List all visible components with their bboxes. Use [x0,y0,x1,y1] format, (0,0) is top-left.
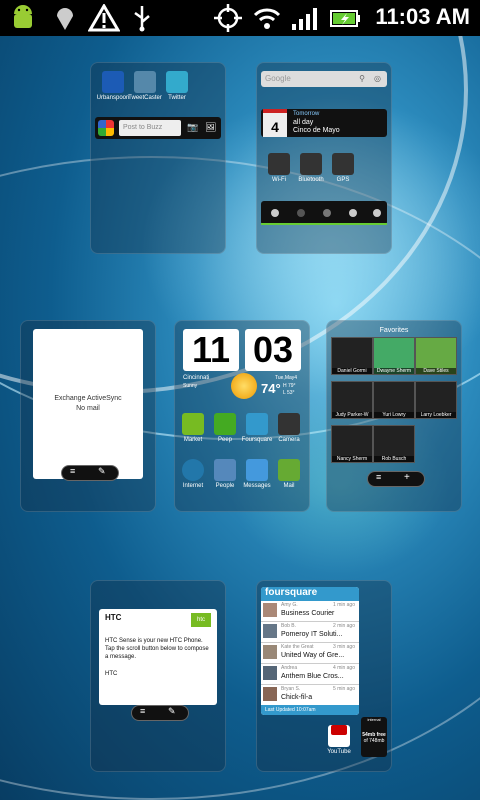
tweetcaster-app[interactable]: TweetCaster [127,71,163,101]
contact-tile[interactable]: Dave Stiles [415,337,457,375]
contact-tile[interactable]: Rob Busch [373,425,415,463]
menu-icon[interactable]: ≡ [376,472,381,482]
add-icon[interactable]: + [404,472,410,483]
buzz-icon [98,120,114,136]
favorites-panel[interactable]: Favorites Daniel Gormi Dwayne Sherm Dave… [326,320,462,512]
message-widget-controls[interactable]: ≡ ✎ [131,705,189,721]
favorites-controls[interactable]: ≡ + [367,471,425,487]
clock-weather-widget[interactable]: 11 03 Cincinnati Sunny Tue,May4 74° H 79… [181,329,303,403]
menu-icon[interactable]: ≡ [140,706,145,716]
weather-temp: 74° [261,381,281,396]
checkin-row[interactable]: Bob B. 2 min ago Pomeroy IT Soluti... [261,622,359,643]
foursquare-widget[interactable]: foursquare Amy G. 1 min ago Business Cou… [261,587,359,715]
contact-tile[interactable]: Dwayne Sherm [373,337,415,375]
buzz-widget: Post to Buzz 📷 🖼 [95,117,221,139]
search-icon[interactable]: ⚲ [359,71,365,87]
wifi-power-icon[interactable] [271,209,279,217]
sun-icon [231,373,257,399]
weather-high: H 79° [283,383,296,389]
storage-label: internal [367,717,381,722]
bluetooth-toggle[interactable]: Bluetooth [293,153,329,183]
battery-charging-icon [330,10,360,27]
foursquare-logo: foursquare [261,587,359,601]
brightness-icon[interactable] [373,209,381,217]
market-app[interactable]: Market [175,413,211,443]
compose-icon[interactable]: ✎ [98,466,106,477]
calendar-event: Cinco de Mayo [293,127,340,134]
calendar-icon: 4 [263,109,287,137]
mail-status: No mail [76,405,100,412]
usb-icon [134,6,150,32]
calendar-all-day: all day [293,119,314,126]
twitter-app[interactable]: Twitter [159,71,195,101]
sync-power-icon[interactable] [323,209,331,217]
youtube-app[interactable]: YouTube [321,719,357,755]
message-title: HTC [105,613,122,622]
foursquare-footer: Last Updated 10:07am [261,705,359,715]
weather-city: Cincinnati [183,375,210,381]
social-panel[interactable]: Urbanspoon TweetCaster Twitter Post to B… [90,62,226,254]
camera-icon[interactable]: 📷 [187,122,198,133]
storage-widget[interactable]: internal 54mb free of 748mb [361,717,387,757]
compose-icon[interactable]: ✎ [168,706,176,717]
htc-logo: htc [191,613,211,627]
weather-condition: Sunny [183,383,198,389]
power-control-bar [261,201,387,225]
mail-panel[interactable]: Exchange ActiveSync No mail ≡ ✎ [20,320,156,512]
mic-icon[interactable]: ◎ [374,71,381,87]
peep-app[interactable]: Peep [207,413,243,443]
gps-icon [214,4,242,32]
bluetooth-power-icon[interactable] [297,209,305,217]
foursquare-app[interactable]: Foursquare [239,413,275,443]
google-search-bar[interactable]: Google ⚲ ◎ [261,71,387,87]
signal-icon [292,8,317,30]
favorites-title: Favorites [379,327,409,334]
checkin-row[interactable]: Andrea 4 min ago Anthem Blue Cros... [261,664,359,685]
contact-tile[interactable]: Judy Parker-W [331,381,373,419]
storage-total: of 748mb [363,738,385,744]
wifi-icon [253,8,281,29]
checkin-row[interactable]: Kate the Great 3 min ago United Way of G… [261,643,359,664]
buzz-input[interactable]: Post to Buzz [119,120,181,136]
gps-power-icon[interactable] [349,209,357,217]
flip-clock-minute: 03 [245,329,301,371]
map-pin-icon [57,8,73,30]
people-app[interactable]: People [207,459,243,489]
contact-tile[interactable]: Nancy Sherm [331,425,373,463]
warning-icon [88,4,120,32]
weather-low: L 53° [283,390,295,396]
gallery-icon[interactable]: 🖼 [205,122,216,133]
flip-clock-hour: 11 [183,329,239,371]
camera-app[interactable]: Camera [271,413,307,443]
gps-toggle[interactable]: GPS [325,153,361,183]
urbanspoon-app[interactable]: Urbanspoon [95,71,131,101]
message-signature: HTC [105,671,118,677]
search-calendar-panel[interactable]: Google ⚲ ◎ 4 Tomorrow all day Cinco de M… [256,62,392,254]
toggle-row: Wi-Fi Bluetooth GPS [261,153,387,185]
clock: 11:03 AM [375,4,470,29]
mail-widget-controls[interactable]: ≡ ✎ [61,465,119,481]
contact-tile[interactable]: Larry Loebker [415,381,457,419]
checkin-row[interactable]: Amy G. 1 min ago Business Courier [261,601,359,622]
mail-widget[interactable]: Exchange ActiveSync No mail [33,329,143,479]
status-bar: 11:03 AM [0,0,480,36]
calendar-widget[interactable]: 4 Tomorrow all day Cinco de Mayo [261,109,387,137]
message-body: HTC Sense is your new HTC Phone. Tap the… [105,638,209,660]
mail-account: Exchange ActiveSync [54,395,122,402]
android-icon [14,5,32,28]
home-panel[interactable]: 11 03 Cincinnati Sunny Tue,May4 74° H 79… [174,320,310,512]
contact-tile[interactable]: Daniel Gormi [331,337,373,375]
message-widget[interactable]: HTC htc HTC Sense is your new HTC Phone.… [99,609,217,705]
messages-app[interactable]: Messages [239,459,275,489]
calendar-day-label: Tomorrow [293,111,320,117]
mail-app[interactable]: Mail [271,459,307,489]
wifi-toggle[interactable]: Wi-Fi [261,153,297,183]
contact-tile[interactable]: Yuri Lowry [373,381,415,419]
menu-icon[interactable]: ≡ [70,466,75,476]
internet-app[interactable]: Internet [175,459,211,489]
foursquare-panel[interactable]: foursquare Amy G. 1 min ago Business Cou… [256,580,392,772]
checkin-row[interactable]: Bryan S. 5 min ago Chick-fil-a [261,685,359,705]
htc-message-panel[interactable]: HTC htc HTC Sense is your new HTC Phone.… [90,580,226,772]
